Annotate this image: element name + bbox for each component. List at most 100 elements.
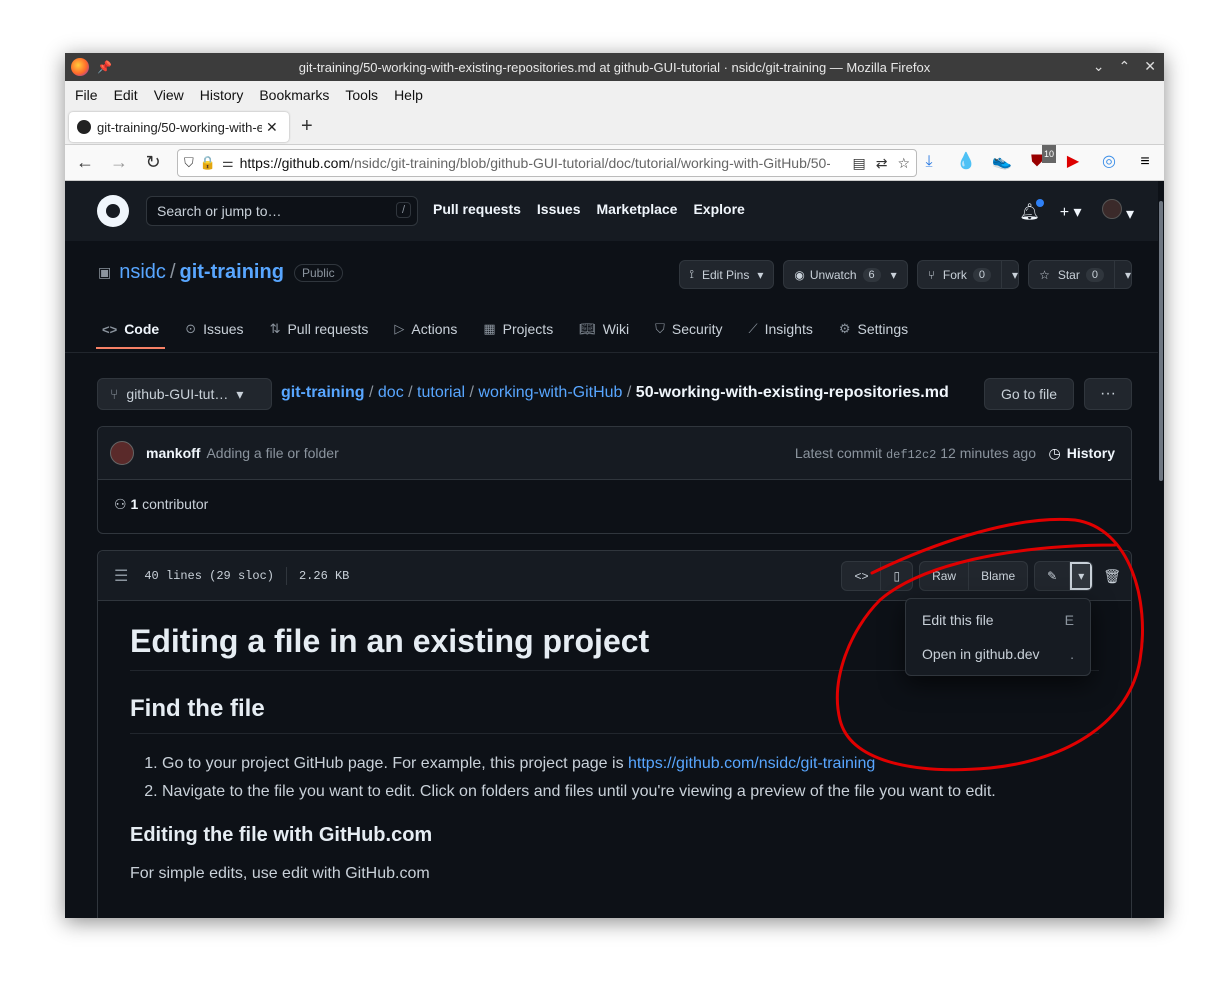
lock-icon[interactable]: 🔒 (200, 155, 216, 171)
paragraph: For simple edits, use edit with GitHub.c… (130, 865, 430, 882)
repo-owner[interactable]: nsidc (119, 261, 166, 284)
raw-blame-group: Raw Blame (919, 561, 1029, 591)
tab-projects[interactable]: ▦ Projects (483, 321, 553, 349)
breadcrumb-sep: / (369, 384, 378, 401)
extension-shoe-icon[interactable]: 👟 (992, 153, 1012, 171)
close-icon[interactable]: ✕ (1144, 58, 1156, 75)
fork-dropdown-icon[interactable]: ▾ (1001, 261, 1018, 288)
heading-2: Find the file (130, 695, 1099, 734)
minimize-icon[interactable]: ⌄ (1093, 58, 1105, 75)
menu-tools[interactable]: Tools (345, 87, 378, 103)
search-input[interactable]: Search or jump to… / (146, 196, 418, 226)
menu-hamburger-icon[interactable]: ≡ (1136, 153, 1154, 171)
menu-item-shortcut: E (1064, 612, 1074, 628)
reader-view-icon[interactable]: ▤ (852, 155, 865, 172)
tab-issues[interactable]: ⊙ Issues (185, 321, 243, 349)
url-text[interactable]: https://github.com/nsidc/git-training/bl… (240, 155, 830, 171)
maximize-icon[interactable]: ⌃ (1119, 58, 1131, 75)
global-nav: Pull requests Issues Marketplace Explore (433, 201, 745, 217)
unwatch-button[interactable]: ◉ Unwatch 6 ▾ (783, 260, 908, 289)
new-tab-icon[interactable]: + (301, 115, 313, 138)
bookmark-star-icon[interactable]: ☆ (897, 155, 910, 172)
unwatch-label: Unwatch (809, 267, 857, 282)
more-options-button[interactable]: ··· (1084, 378, 1132, 410)
menu-edit[interactable]: Edit (114, 87, 138, 103)
menu-history[interactable]: History (200, 87, 244, 103)
extension-video-icon[interactable]: ▶ (1064, 153, 1082, 171)
go-to-file-button[interactable]: Go to file (984, 378, 1074, 410)
tab-pull-requests[interactable]: ⇅ Pull requests (270, 321, 369, 349)
edit-dropdown-icon[interactable]: ▾ (1070, 562, 1093, 590)
reload-icon[interactable]: ↻ (139, 152, 167, 173)
fork-button[interactable]: ⑂ Fork 0 ▾ (916, 260, 1020, 289)
branch-select-button[interactable]: ⑂ github-GUI-tut… ▾ (97, 378, 272, 410)
tab-close-icon[interactable]: ✕ (266, 119, 278, 136)
contributor-label: contributor (142, 496, 209, 512)
extension-drop-icon[interactable]: 💧 (956, 153, 976, 171)
back-icon[interactable]: ← (71, 152, 99, 173)
file-viewer: ☰ 40 lines (29 sloc) 2.26 KB <> ▯ Raw Bl… (97, 550, 1132, 918)
menu-file[interactable]: File (75, 87, 98, 103)
menu-help[interactable]: Help (394, 87, 423, 103)
tab-security[interactable]: ⛉ Security (655, 321, 722, 349)
steps-list: Go to your project GitHub page. For exam… (130, 750, 1099, 806)
nav-pull-requests[interactable]: Pull requests (433, 201, 521, 217)
shield-tracking-icon[interactable]: ⛉ (184, 155, 194, 171)
extension-compass-icon[interactable]: ◎ (1100, 153, 1118, 171)
tab-wiki[interactable]: 📖︎ Wiki (579, 321, 629, 349)
project-link[interactable]: https://github.com/nsidc/git-training (628, 755, 875, 772)
browser-tab[interactable]: git-training/50-working-with-existing-re… (69, 112, 289, 142)
menu-view[interactable]: View (154, 87, 184, 103)
forward-icon[interactable]: → (105, 152, 133, 173)
repo-name[interactable]: git-training (180, 261, 284, 284)
pin-icon[interactable]: 📌 (97, 60, 112, 74)
tab-code[interactable]: <> Code (95, 321, 166, 349)
menu-bookmarks[interactable]: Bookmarks (259, 87, 329, 103)
user-avatar-menu[interactable]: ▾ (1101, 199, 1134, 224)
github-logo-icon[interactable] (97, 195, 129, 227)
graph-icon: ⟋ (748, 321, 758, 336)
breadcrumb-doc[interactable]: doc (378, 384, 404, 401)
page-scrollbar[interactable] (1158, 181, 1164, 918)
fork-label: Fork (942, 267, 967, 282)
notifications-bell-icon[interactable]: 🔔︎ (1019, 198, 1045, 222)
trash-icon[interactable]: 🗑︎ (1099, 561, 1125, 591)
tab-pull-requests-label: Pull requests (287, 321, 369, 337)
permissions-icon[interactable]: ⚌ (222, 155, 234, 171)
commit-author[interactable]: mankoff (146, 445, 200, 461)
commit-sha[interactable]: def12c2 (886, 448, 936, 462)
nav-explore[interactable]: Explore (693, 201, 744, 217)
edit-pins-button[interactable]: ⟟ Edit Pins ▾ (678, 260, 775, 289)
fork-icon: ⑂ (927, 267, 935, 282)
create-new-icon[interactable]: + ▾ (1060, 202, 1082, 222)
star-dropdown-icon[interactable]: ▾ (1113, 261, 1131, 288)
url-bar[interactable]: ⛉ 🔒 ⚌ https://github.com/nsidc/git-train… (177, 149, 917, 177)
menu-item-open-in-github-dev[interactable]: Open in github.dev . (906, 637, 1090, 671)
ublock-icon[interactable]: ⛊ 10 (1028, 145, 1056, 171)
breadcrumb-root[interactable]: git-training (281, 384, 365, 401)
rendered-file-icon[interactable]: ▯ (881, 562, 912, 590)
tab-insights[interactable]: ⟋ Insights (749, 321, 813, 349)
tab-actions[interactable]: ▷ Actions (394, 321, 457, 349)
menu-item-edit-this-file[interactable]: Edit this file E (906, 603, 1090, 637)
raw-button[interactable]: Raw (920, 562, 970, 590)
star-button[interactable]: ☆ Star 0 ▾ (1028, 260, 1132, 289)
history-link[interactable]: ◷ History (1049, 445, 1115, 462)
author-avatar[interactable] (110, 441, 134, 465)
tab-settings[interactable]: ⚙ Settings (839, 321, 908, 349)
breadcrumb-working-with-github[interactable]: working-with-GitHub (478, 384, 622, 401)
code-view-icon[interactable]: <> (842, 562, 882, 590)
contributors-row[interactable]: ⚇ 1 contributor (98, 480, 1131, 529)
pencil-icon[interactable]: ✎ (1035, 562, 1071, 590)
nav-issues[interactable]: Issues (537, 201, 581, 217)
nav-marketplace[interactable]: Marketplace (597, 201, 678, 217)
outline-list-icon[interactable]: ☰ (114, 566, 128, 586)
breadcrumb-tutorial[interactable]: tutorial (417, 384, 465, 401)
commit-message[interactable]: Adding a file or folder (206, 445, 338, 461)
code-icon: <> (102, 321, 118, 337)
downloads-icon[interactable]: ⤓ (920, 153, 938, 171)
translate-icon[interactable]: ⇄ (876, 155, 888, 172)
menu-item-label: Edit this file (922, 612, 994, 628)
tab-title: git-training/50-working-with-existing-re… (97, 119, 262, 135)
blame-button[interactable]: Blame (969, 562, 1027, 590)
